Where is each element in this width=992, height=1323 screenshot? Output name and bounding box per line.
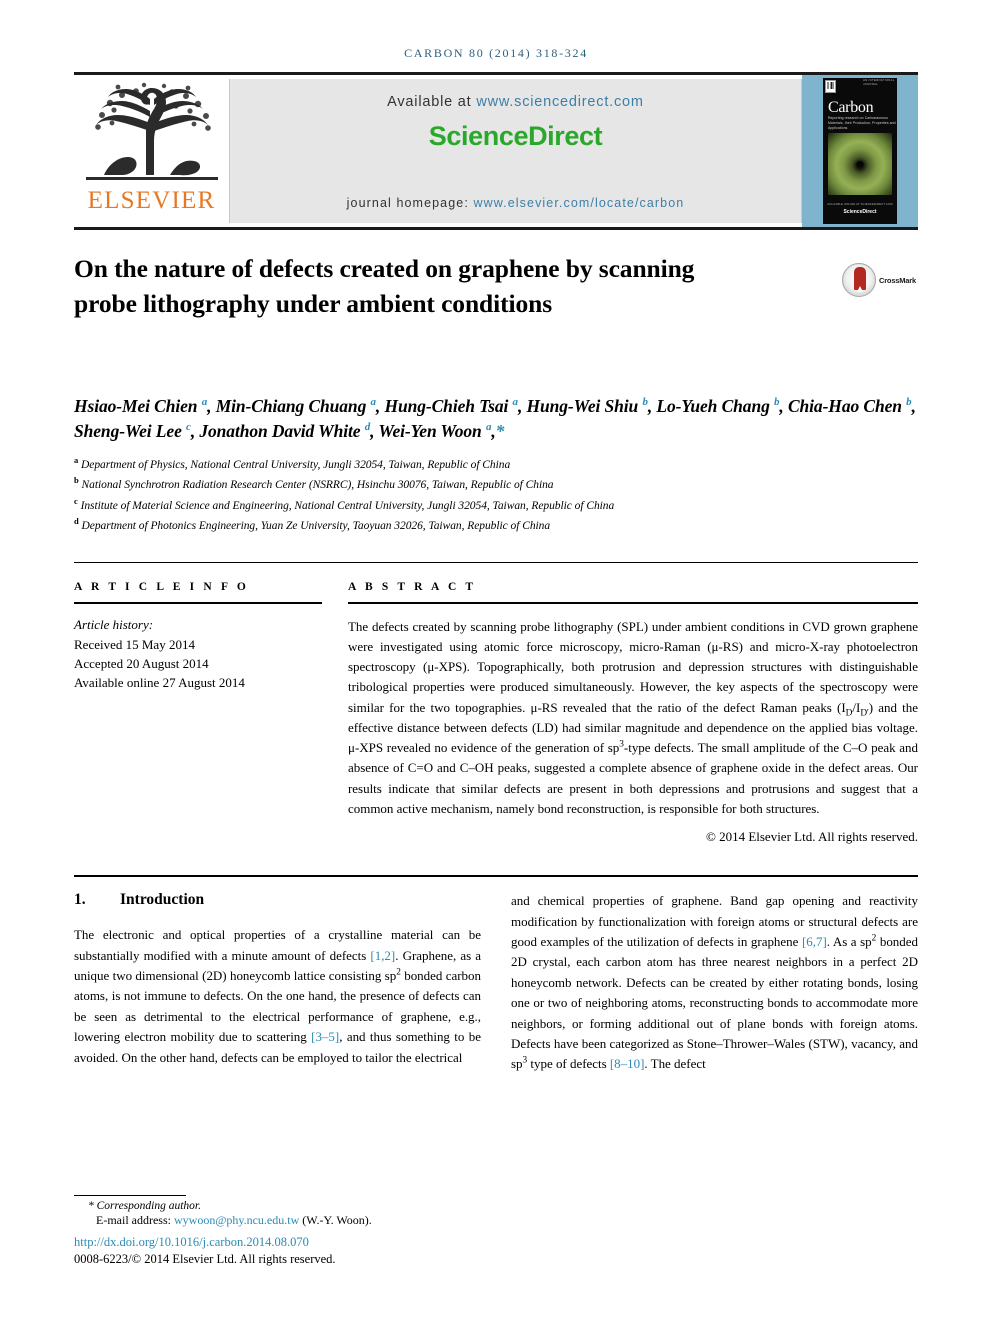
email-suffix: (W.-Y. Woon). xyxy=(299,1213,372,1227)
email-link[interactable]: wywoon@phy.ncu.edu.tw xyxy=(174,1213,299,1227)
intro-paragraph-right: and chemical properties of graphene. Ban… xyxy=(511,893,918,1072)
elsevier-tree-icon xyxy=(85,82,218,180)
journal-masthead: ELSEVIER Available at www.sciencedirect.… xyxy=(74,72,918,230)
intro-paragraph-left: The electronic and optical properties of… xyxy=(74,927,481,1065)
affiliation-item: d Department of Photonics Engineering, Y… xyxy=(74,515,918,535)
article-info-rule xyxy=(74,601,322,604)
running-head: CARBON 80 (2014) 318-324 xyxy=(0,0,992,61)
page-footnote: * Corresponding author. E-mail address: … xyxy=(74,1195,494,1267)
available-at-line: Available at www.sciencedirect.com xyxy=(387,94,644,110)
elsevier-badge-icon xyxy=(825,80,836,93)
info-abstract-section: A R T I C L E I N F O Article history: R… xyxy=(74,561,918,846)
article-history-accepted: Accepted 20 August 2014 xyxy=(74,655,209,671)
body-column-right: and chemical properties of graphene. Ban… xyxy=(511,891,918,1075)
available-prefix: Available at xyxy=(387,94,477,110)
elsevier-logo: ELSEVIER xyxy=(74,75,229,227)
elsevier-wordmark: ELSEVIER xyxy=(87,187,216,214)
title-area: On the nature of defects created on grap… xyxy=(74,252,918,370)
cover-subtitle: Reporting research on Carbonaceous Mater… xyxy=(828,116,896,130)
abstract-heading: A B S T R A C T xyxy=(348,580,477,593)
cover-photo-image xyxy=(828,133,892,195)
article-info-column: A R T I C L E I N F O Article history: R… xyxy=(74,581,322,846)
body-columns: 1. Introduction The electronic and optic… xyxy=(74,875,918,1075)
body-column-left: 1. Introduction The electronic and optic… xyxy=(74,891,481,1075)
crossmark-badge[interactable]: CrossMark xyxy=(842,260,918,300)
affiliation-text: Department of Photonics Engineering, Yua… xyxy=(81,519,551,532)
affiliation-marker: a xyxy=(74,454,79,465)
journal-homepage-link[interactable]: www.elsevier.com/locate/carbon xyxy=(473,196,684,210)
article-history-received: Received 15 May 2014 xyxy=(74,636,195,652)
section-number: 1. xyxy=(74,891,86,909)
cover-footer-small: AVAILABLE ONLINE AT SCIENCEDIRECT.COM xyxy=(827,203,893,206)
article-page: CARBON 80 (2014) 318-324 ELSEVIER Availa… xyxy=(0,0,992,1323)
doi-link[interactable]: http://dx.doi.org/10.1016/j.carbon.2014.… xyxy=(74,1235,494,1250)
section-heading-introduction: 1. Introduction xyxy=(74,891,481,909)
sciencedirect-wordmark: ScienceDirect xyxy=(428,121,603,151)
affiliation-text: Institute of Material Science and Engine… xyxy=(80,499,615,512)
affiliation-marker: b xyxy=(74,475,79,486)
abstract-rule xyxy=(348,601,918,604)
sciencedirect-url-link[interactable]: www.sciencedirect.com xyxy=(476,94,644,110)
journal-cover-thumbnail: AN INTERNATIONAL JOURNAL Carbon Reportin… xyxy=(802,75,918,227)
abstract-copyright: © 2014 Elsevier Ltd. All rights reserved… xyxy=(705,829,918,845)
running-head-text: CARBON 80 (2014) 318-324 xyxy=(404,46,588,60)
affiliation-text: Department of Physics, National Central … xyxy=(81,458,511,471)
abstract-column: A B S T R A C T The defects created by s… xyxy=(348,581,918,846)
issn-copyright-line: 0008-6223/© 2014 Elsevier Ltd. All right… xyxy=(74,1252,336,1266)
affiliation-item: a Department of Physics, National Centra… xyxy=(74,454,918,474)
abstract-text: The defects created by scanning probe li… xyxy=(348,618,918,816)
footnote-rule xyxy=(74,1195,186,1196)
affiliation-item: b National Synchrotron Radiation Researc… xyxy=(74,474,918,494)
email-label: E-mail address: xyxy=(96,1213,174,1227)
affiliation-item: c Institute of Material Science and Engi… xyxy=(74,495,918,515)
article-history-online: Available online 27 August 2014 xyxy=(74,675,245,691)
sciencedirect-banner: Available at www.sciencedirect.com Scien… xyxy=(229,79,802,223)
affiliation-marker: c xyxy=(74,495,78,506)
homepage-prefix: journal homepage: xyxy=(346,196,474,210)
corresponding-author-note: * Corresponding author. xyxy=(88,1200,201,1212)
page-title: On the nature of defects created on grap… xyxy=(74,254,695,318)
section-title: Introduction xyxy=(120,891,205,909)
cover-journal-title: Carbon xyxy=(828,99,874,116)
affiliation-list: a Department of Physics, National Centra… xyxy=(74,454,918,536)
crossmark-label: CrossMark xyxy=(879,275,916,285)
cover-kicker: AN INTERNATIONAL JOURNAL xyxy=(863,78,895,86)
email-address-line: E-mail address: wywoon@phy.ncu.edu.tw (W… xyxy=(96,1213,494,1228)
article-info-heading: A R T I C L E I N F O xyxy=(74,580,249,593)
cover-artwork: AN INTERNATIONAL JOURNAL Carbon Reportin… xyxy=(823,78,897,224)
affiliation-text: National Synchrotron Radiation Research … xyxy=(81,479,554,492)
cover-footer-brand: ScienceDirect xyxy=(843,209,877,215)
author-list: Hsiao-Mei Chien a, Min-Chiang Chuang a, … xyxy=(74,396,916,442)
crossmark-icon xyxy=(842,263,876,297)
affiliation-marker: d xyxy=(74,516,79,527)
journal-homepage-line: journal homepage: www.elsevier.com/locat… xyxy=(230,196,801,210)
article-history-label: Article history: xyxy=(74,616,154,632)
